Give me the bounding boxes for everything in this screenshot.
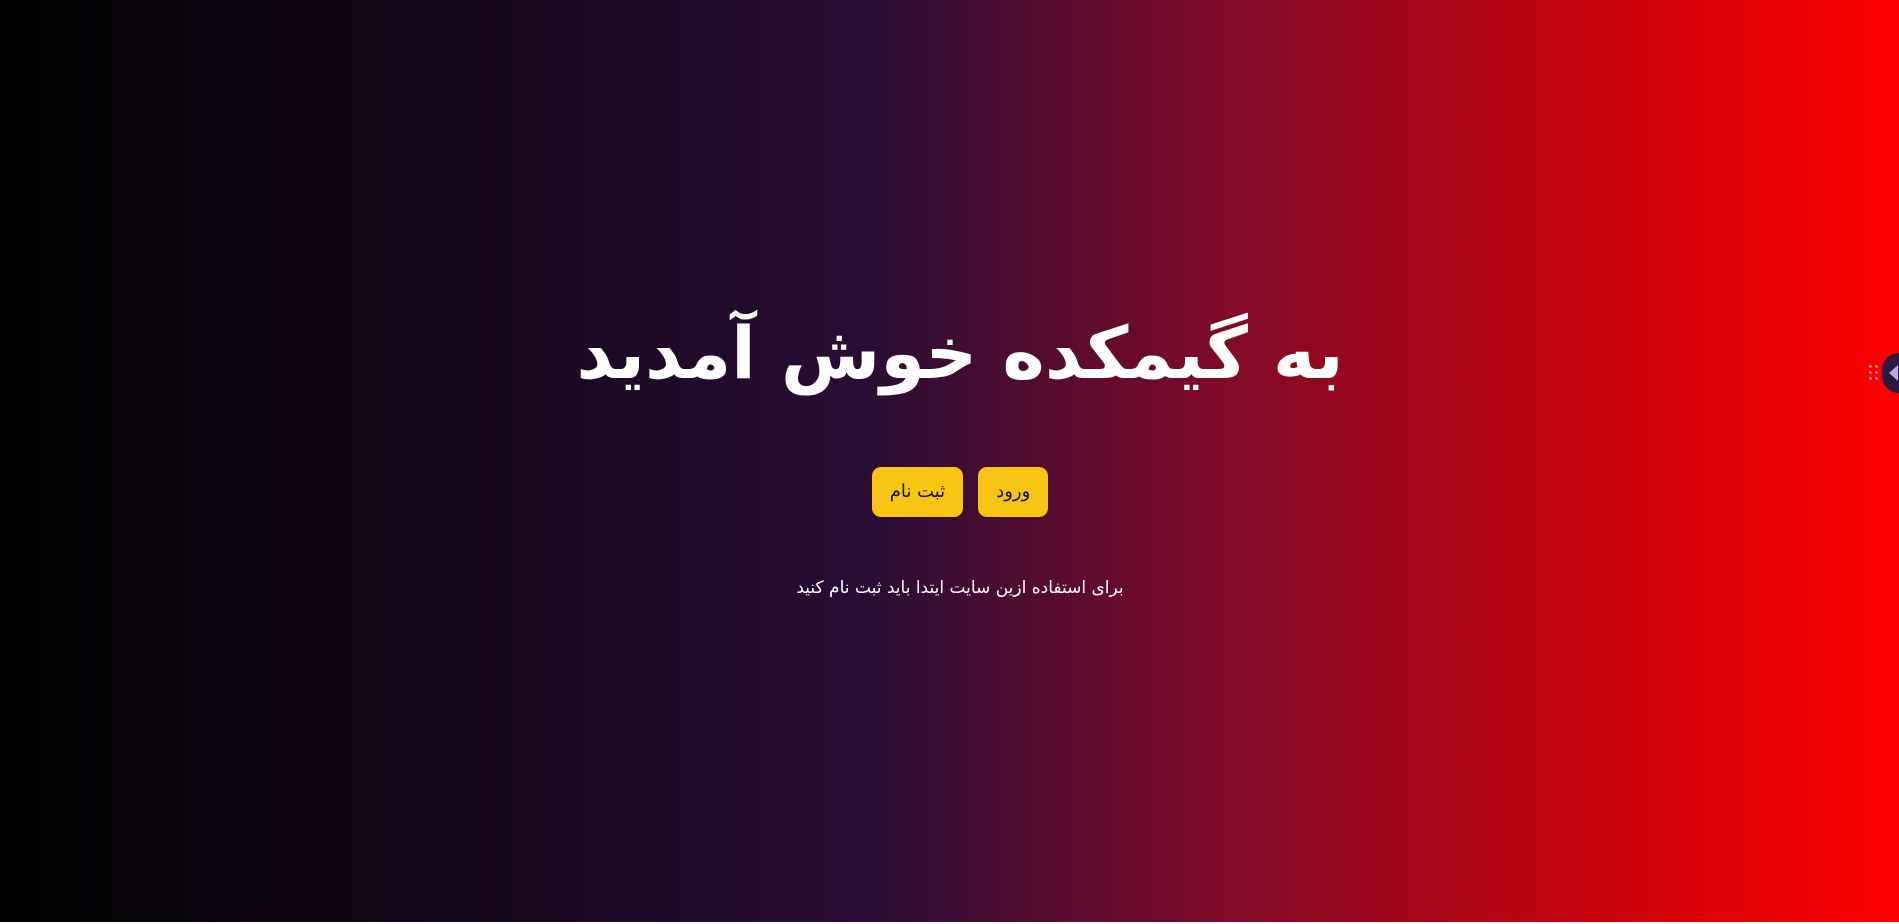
- chevron-left-icon: [1889, 365, 1898, 381]
- auth-buttons: ورود ثبت نام: [0, 467, 1899, 517]
- side-panel-handle[interactable]: [1869, 353, 1899, 393]
- login-button[interactable]: ورود: [978, 467, 1049, 517]
- side-panel-toggle[interactable]: [1882, 353, 1899, 393]
- register-button[interactable]: ثبت نام: [871, 467, 964, 517]
- drag-handle-icon[interactable]: [1869, 365, 1878, 381]
- register-hint: برای استفاده ازین سایت ایتدا باید ثبت نا…: [796, 578, 1124, 598]
- landing-page: به گیمکده خوش آمدید ورود ثبت نام برای اس…: [0, 0, 1899, 922]
- page-title: به گیمکده خوش آمدید: [576, 311, 1344, 395]
